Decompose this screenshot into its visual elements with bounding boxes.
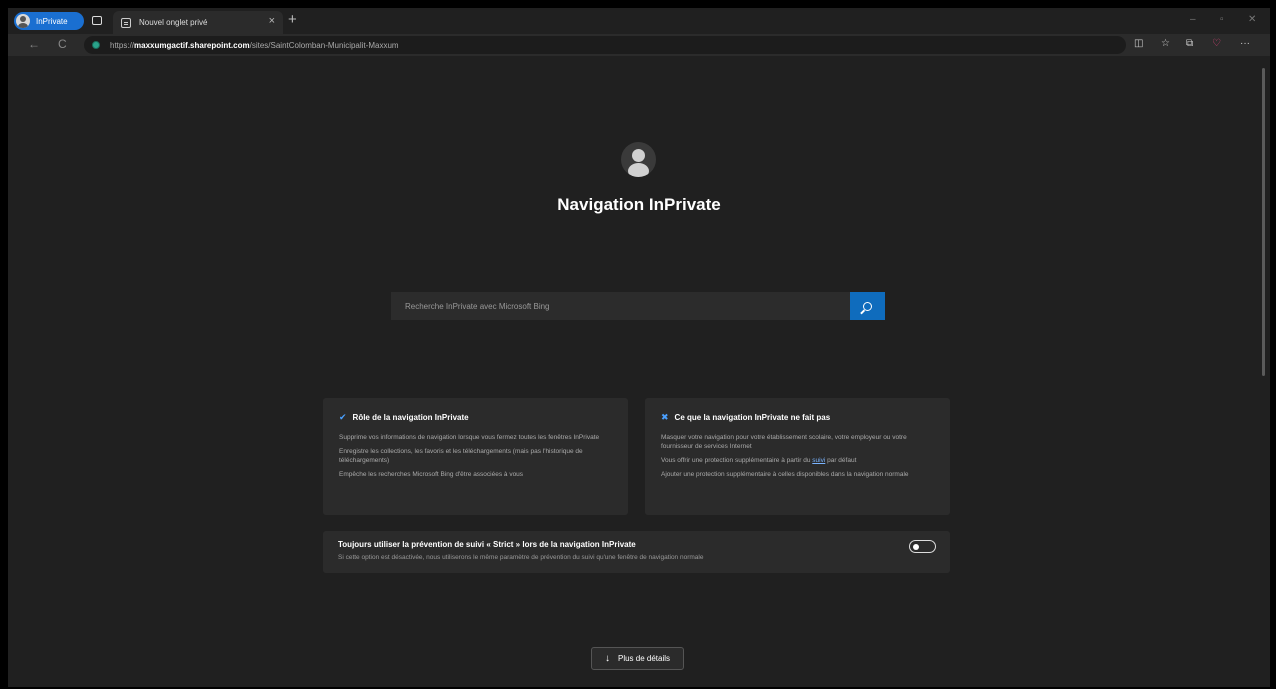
close-window-button[interactable]: ✕	[1248, 14, 1256, 25]
strict-tracking-toggle[interactable]	[909, 540, 936, 553]
url-prefix: https://	[110, 40, 135, 50]
profile-avatar-icon	[16, 14, 30, 28]
tracking-link[interactable]: suivi	[812, 457, 825, 464]
url-domain: maxxumgactif.sharepoint.com	[134, 40, 250, 50]
new-tab-button[interactable]: +	[288, 11, 297, 28]
inprivate-label: InPrivate	[36, 16, 68, 26]
tab-new-private[interactable]: Nouvel onglet privé ×	[113, 11, 283, 34]
search-icon	[863, 301, 872, 311]
setting-description: Si cette option est désactivée, nous uti…	[338, 554, 704, 561]
inprivate-person-icon	[621, 142, 656, 177]
collections-icon[interactable]: ⧉	[1186, 38, 1193, 49]
new-tab-page: Navigation InPrivate ✔ Rôle de la naviga…	[8, 56, 1270, 687]
checkmark-icon: ✔	[339, 412, 347, 422]
search-input[interactable]	[391, 292, 850, 320]
address-bar-row: ← C https://maxxumgactif.sharepoint.com/…	[8, 34, 1270, 56]
browser-window: InPrivate Nouvel onglet privé × + – ▫ ✕ …	[8, 8, 1270, 687]
card-title: ✖ Ce que la navigation InPrivate ne fait…	[661, 412, 934, 423]
card-title-text: Ce que la navigation InPrivate ne fait p…	[674, 413, 831, 422]
setting-title: Toujours utiliser la prévention de suivi…	[338, 540, 636, 549]
more-details-label: Plus de détails	[617, 654, 671, 663]
card-title-text: Rôle de la navigation InPrivate	[352, 413, 469, 422]
card-inprivate-does: ✔ Rôle de la navigation InPrivate Suppri…	[323, 398, 628, 515]
list-item: Vous offrir une protection supplémentair…	[661, 456, 934, 465]
refresh-icon[interactable]: C	[58, 37, 67, 51]
minimize-button[interactable]: –	[1190, 14, 1196, 25]
address-bar[interactable]: https://maxxumgactif.sharepoint.com/site…	[84, 36, 1126, 54]
scrollbar[interactable]	[1262, 68, 1265, 376]
list-item: Ajouter une protection supplémentaire à …	[661, 471, 909, 478]
list-item: Enregistre les collections, les favoris …	[339, 448, 583, 464]
x-icon: ✖	[661, 412, 669, 422]
favorites-icon[interactable]: ☆	[1161, 38, 1170, 49]
tab-close-icon[interactable]: ×	[269, 15, 275, 27]
list-item: Supprime vos informations de navigation …	[339, 434, 600, 441]
site-info-icon[interactable]	[92, 41, 100, 49]
card-title: ✔ Rôle de la navigation InPrivate	[339, 412, 612, 423]
more-icon[interactable]: ···	[1240, 38, 1250, 49]
list-item: Empêche les recherches Microsoft Bing d'…	[339, 471, 524, 478]
arrow-down-icon: ↓	[604, 653, 610, 664]
tracking-prevention-setting: Toujours utiliser la prévention de suivi…	[323, 531, 950, 573]
search-button[interactable]	[850, 292, 885, 320]
tab-actions-icon[interactable]	[92, 16, 102, 25]
inprivate-profile-button[interactable]: InPrivate	[14, 12, 84, 30]
browser-essentials-icon[interactable]: ♡	[1212, 38, 1221, 49]
maximize-button[interactable]: ▫	[1220, 14, 1224, 25]
search-box	[391, 292, 885, 320]
page-title: Navigation InPrivate	[557, 195, 721, 214]
tab-title: Nouvel onglet privé	[139, 18, 208, 27]
split-screen-icon[interactable]: ◫	[1134, 38, 1143, 49]
list-item-text: Vous offrir une protection supplémentair…	[661, 457, 813, 464]
list-item: Masquer votre navigation pour votre étab…	[661, 434, 907, 450]
toggle-knob	[913, 543, 919, 550]
back-icon[interactable]: ←	[28, 37, 40, 51]
tab-favicon-icon	[121, 17, 131, 28]
url-path: /sites/SaintColomban-Municipalit-Maxxum	[249, 40, 399, 50]
url-text[interactable]: https://maxxumgactif.sharepoint.com/site…	[110, 41, 399, 50]
tab-bar: InPrivate Nouvel onglet privé × + – ▫ ✕	[8, 8, 1270, 34]
more-details-button[interactable]: ↓ Plus de détails	[591, 647, 684, 670]
card-inprivate-does-not: ✖ Ce que la navigation InPrivate ne fait…	[645, 398, 950, 515]
list-item-text: par défaut	[825, 457, 857, 464]
